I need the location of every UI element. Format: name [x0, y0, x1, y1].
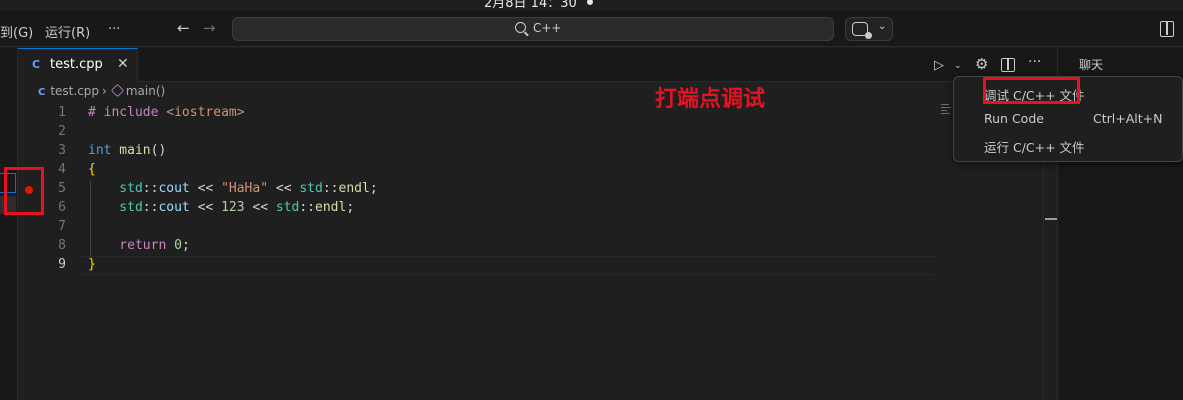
line-number: 2 — [58, 124, 66, 139]
gear-icon[interactable]: ⚙ — [975, 55, 988, 73]
tab-test-cpp[interactable]: C test.cpp ✕ — [18, 48, 138, 82]
menu-run[interactable]: 运行(R) — [45, 22, 90, 41]
code-line-4[interactable]: { — [88, 162, 96, 177]
close-icon[interactable]: ✕ — [117, 56, 129, 72]
breadcrumb-file[interactable]: test.cpp — [50, 84, 99, 98]
cpp-file-icon: C — [38, 87, 46, 98]
more-actions-icon[interactable]: ··· — [1028, 54, 1041, 70]
tab-label: test.cpp — [50, 57, 103, 72]
split-editor-icon[interactable] — [1001, 58, 1015, 72]
code-line-6[interactable]: std::cout << 123 << std::endl; — [88, 200, 354, 215]
search-text: C++ — [533, 21, 562, 35]
copilot-icon — [852, 22, 872, 39]
line-number: 3 — [58, 143, 66, 158]
scrollbar-thumb[interactable] — [1045, 218, 1057, 220]
run-debug-icon[interactable]: ▷ — [934, 58, 944, 73]
code-line-9[interactable]: } — [88, 257, 96, 272]
breadcrumb: Ctest.cpp › main() — [38, 83, 165, 102]
menu-item-label: Run Code — [984, 111, 1044, 126]
code-line-8[interactable]: return 0; — [88, 238, 189, 253]
breadcrumb-symbol[interactable]: main() — [126, 84, 165, 98]
minimap[interactable] — [941, 104, 953, 118]
menu-item-run-code[interactable]: Run Code Ctrl+Alt+N — [954, 107, 1182, 129]
code-line-5[interactable]: std::cout << "HaHa" << std::endl; — [88, 181, 377, 196]
forward-arrow-icon[interactable]: → — [203, 19, 216, 37]
menu-item-run-cpp[interactable]: 运行 C/C++ 文件 — [954, 133, 1182, 155]
current-line-highlight — [80, 256, 934, 275]
line-number-active: 9 — [58, 257, 66, 272]
editor-tab-strip: C test.cpp ✕ ▷ ⌄ ⚙ ··· — [18, 48, 1057, 82]
code-line-1[interactable]: # include <iostream> — [88, 105, 245, 120]
title-bar: 到(G) 运行(R) ··· ← → C++ ⌄ — [0, 11, 1183, 47]
line-number: 7 — [58, 219, 66, 234]
code-line-3[interactable]: int main() — [88, 143, 166, 158]
breadcrumb-separator: › — [102, 84, 107, 98]
chevron-down-icon: ⌄ — [878, 21, 887, 32]
search-icon — [515, 22, 526, 33]
method-symbol-icon — [110, 83, 124, 98]
cpp-file-icon: C — [32, 58, 41, 71]
run-chevron-icon[interactable]: ⌄ — [954, 61, 962, 71]
chat-panel-title: 聊天 — [1079, 58, 1104, 72]
menu-highlight-box — [983, 77, 1080, 104]
command-search-box[interactable]: C++ — [232, 17, 834, 41]
line-number: 1 — [58, 105, 66, 120]
system-clock: 2月8日 14：30 — [484, 0, 593, 11]
toggle-layout-icon[interactable] — [1160, 21, 1174, 37]
notification-dot — [586, 0, 593, 5]
menu-more[interactable]: ··· — [108, 22, 120, 37]
menu-go[interactable]: 到(G) — [0, 22, 33, 41]
back-arrow-icon[interactable]: ← — [177, 19, 190, 37]
menu-item-shortcut: Ctrl+Alt+N — [1093, 111, 1163, 126]
annotation-label: 打端点调试 — [655, 87, 766, 112]
menu-item-label: 运行 C/C++ 文件 — [984, 140, 1085, 155]
sidebar-edge — [0, 48, 18, 400]
breakpoint-highlight-box — [4, 167, 44, 215]
copilot-button[interactable]: ⌄ — [845, 17, 893, 41]
line-number: 8 — [58, 238, 66, 253]
